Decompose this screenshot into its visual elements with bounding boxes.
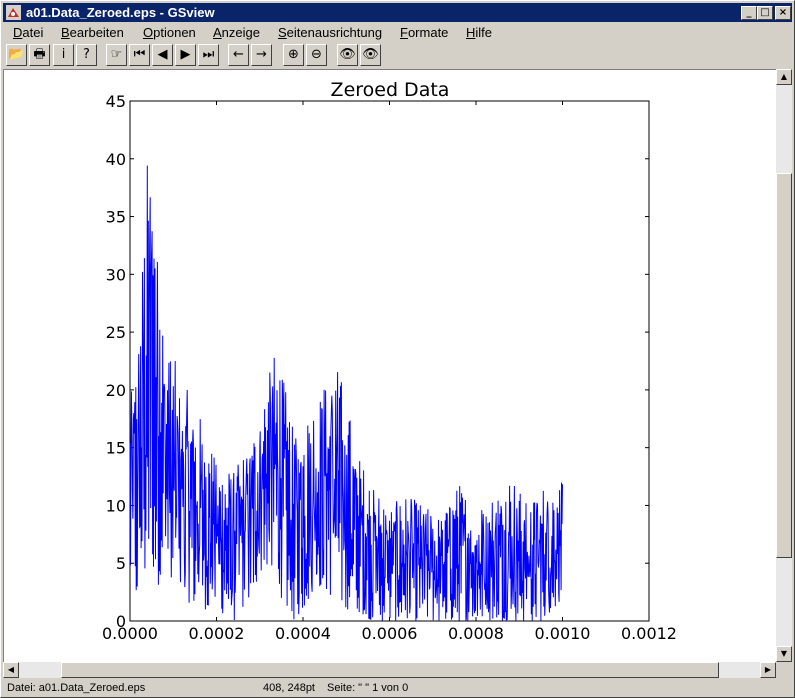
next-page-icon[interactable]: ▶ [175, 44, 196, 66]
chart-title: Zeroed Data [331, 79, 450, 101]
status-file: Datei: a01.Data_Zeroed.eps [7, 682, 146, 694]
menu-datei-mnemonic: D [13, 25, 23, 40]
scroll-left-icon[interactable]: ◀ [3, 662, 19, 678]
status-coords: 408, 248pt [263, 682, 315, 694]
maximize-button[interactable]: □ [757, 6, 773, 20]
zeroed-data-chart: Zeroed Data 051015202530354045 0.0000 0.0… [102, 79, 677, 643]
status-page: Seite: " " 1 von 0 [327, 682, 409, 694]
gsview-window: a01.Data_Zeroed.eps - GSview _ □ × Datei… [0, 0, 795, 698]
y-tick-label: 10 [106, 496, 126, 515]
y-tick-label: 15 [106, 439, 126, 458]
y-tick-label: 35 [106, 208, 126, 227]
gsview-app-icon [6, 5, 21, 20]
vertical-scroll-thumb[interactable] [776, 173, 792, 558]
x-tick-label: 0.0012 [621, 624, 677, 643]
menu-hilfe-mnemonic: H [466, 25, 476, 40]
menu-datei[interactable]: Datei [13, 25, 43, 40]
scroll-right-icon[interactable]: ▶ [760, 662, 776, 678]
menu-optionen-label: ptionen [153, 25, 196, 40]
menu-bar: Datei Bearbeiten Optionen Anzeige Seitenausr… [3, 23, 792, 42]
menu-seitenausrichtung-label: eitenausrichtung [286, 25, 383, 40]
menu-datei-label: atei [22, 25, 44, 40]
menu-formate-label: ormate [407, 25, 449, 40]
title-bar[interactable]: a01.Data_Zeroed.eps - GSview _ □ × [3, 3, 792, 22]
horizontal-scrollbar[interactable]: ◀ ▶ [3, 662, 776, 678]
x-tick-label: 0.0008 [448, 624, 504, 643]
menu-hilfe-label: ilfe [475, 25, 493, 40]
scroll-up-icon[interactable]: ▲ [776, 69, 792, 85]
menu-seitenausrichtung-mnemonic: S [278, 25, 287, 40]
y-tick-label: 40 [106, 150, 126, 169]
scroll-down-icon[interactable]: ▼ [776, 646, 792, 662]
y-tick-label: 45 [106, 92, 126, 111]
menu-optionen-mnemonic: O [143, 25, 154, 40]
menu-bearbeiten[interactable]: Bearbeiten [61, 25, 124, 40]
x-tick-label: 0.0006 [362, 624, 418, 643]
menu-anzeige[interactable]: Anzeige [213, 25, 260, 40]
find-next-icon[interactable]: 👁 [360, 44, 381, 66]
x-tick-label: 0.0000 [102, 624, 158, 643]
window-title: a01.Data_Zeroed.eps - GSview [26, 5, 215, 20]
x-tick-label: 0.0010 [535, 624, 591, 643]
y-tick-label: 25 [106, 323, 126, 342]
first-page-icon[interactable]: ⏮ [129, 44, 150, 66]
info-icon[interactable]: i [53, 44, 74, 66]
toolbar: 📂 🖶 i? ☞ ⏮ ◀ ▶ ⏭ ← → ⊕ ⊖ 👁 👁 [3, 43, 792, 69]
find-text-icon[interactable]: 👁 [337, 44, 358, 66]
forward-icon[interactable]: → [251, 44, 272, 66]
goto-page-icon[interactable]: ☞ [106, 44, 127, 66]
scrollbar-corner [776, 662, 792, 678]
menu-anzeige-mnemonic: A [213, 25, 222, 40]
last-page-icon[interactable]: ⏭ [198, 44, 219, 66]
y-tick-label: 20 [106, 381, 126, 400]
menu-seitenausrichtung[interactable]: Seitenausrichtung [278, 25, 382, 40]
zoom-out-icon[interactable]: ⊖ [306, 44, 327, 66]
close-button[interactable]: × [775, 6, 791, 20]
menu-formate[interactable]: Formate [400, 25, 448, 40]
minimize-button[interactable]: _ [741, 6, 757, 20]
menu-hilfe[interactable]: Hilfe [466, 25, 492, 40]
x-tick-label: 0.0004 [275, 624, 331, 643]
help-icon[interactable]: ? [76, 44, 97, 66]
x-tick-label: 0.0002 [189, 624, 245, 643]
open-icon[interactable]: 📂 [6, 44, 27, 66]
menu-anzeige-label: nzeige [221, 25, 260, 40]
prev-page-icon[interactable]: ◀ [152, 44, 173, 66]
back-icon[interactable]: ← [228, 44, 249, 66]
y-tick-label: 5 [116, 554, 126, 573]
menu-optionen[interactable]: Optionen [143, 25, 196, 40]
zoom-in-icon[interactable]: ⊕ [283, 44, 304, 66]
menu-bearbeiten-mnemonic: B [61, 25, 70, 40]
menu-formate-mnemonic: F [400, 25, 408, 40]
vertical-scrollbar[interactable]: ▲ ▼ [776, 69, 792, 662]
y-tick-label: 30 [106, 265, 126, 284]
status-bar: Datei: a01.Data_Zeroed.eps 408, 248pt Se… [3, 679, 792, 697]
menu-bearbeiten-label: earbeiten [69, 25, 124, 40]
print-icon[interactable]: 🖶 [29, 44, 50, 66]
document-view[interactable]: Zeroed Data 0 5 10 15 20 25 30 35 40 45 0.0000 0.0… [3, 69, 778, 662]
horizontal-scroll-thumb[interactable] [61, 662, 719, 678]
